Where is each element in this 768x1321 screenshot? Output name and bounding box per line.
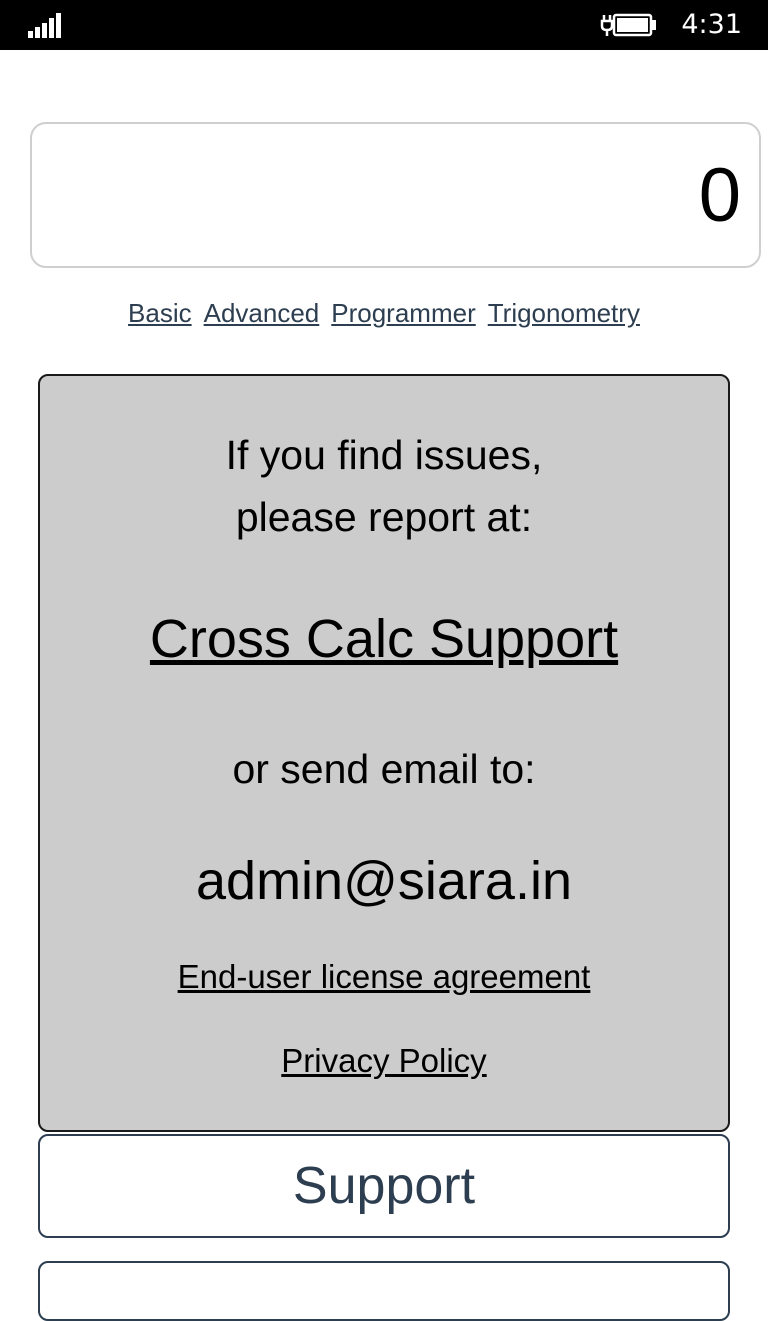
mode-link-advanced[interactable]: Advanced (204, 298, 320, 329)
battery-charging-icon (600, 9, 658, 39)
support-button[interactable]: Support (38, 1134, 730, 1238)
privacy-policy-link[interactable]: Privacy Policy (40, 1042, 728, 1080)
support-email: admin@siara.in (196, 851, 572, 911)
display-value: 0 (698, 153, 741, 238)
issue-text-line1: If you find issues, (225, 432, 543, 478)
cross-calc-support-link[interactable]: Cross Calc Support (40, 608, 728, 670)
cellular-signal-icon (28, 12, 62, 38)
mode-nav: Basic Advanced Programmer Trigonometry (0, 298, 768, 338)
next-button[interactable] (38, 1261, 730, 1321)
mode-link-basic[interactable]: Basic (128, 298, 192, 329)
support-info-panel: If you find issues, please report at: Cr… (38, 374, 730, 1132)
eula-link[interactable]: End-user license agreement (40, 958, 728, 996)
email-label: or send email to: (232, 746, 536, 792)
mode-link-trigonometry[interactable]: Trigonometry (488, 298, 640, 329)
calculator-display: 0 (30, 122, 761, 268)
mode-link-programmer[interactable]: Programmer (331, 298, 475, 329)
issue-text-line2: please report at: (235, 494, 533, 540)
status-bar: 4:31 (0, 0, 768, 50)
clock: 4:31 (681, 9, 742, 40)
